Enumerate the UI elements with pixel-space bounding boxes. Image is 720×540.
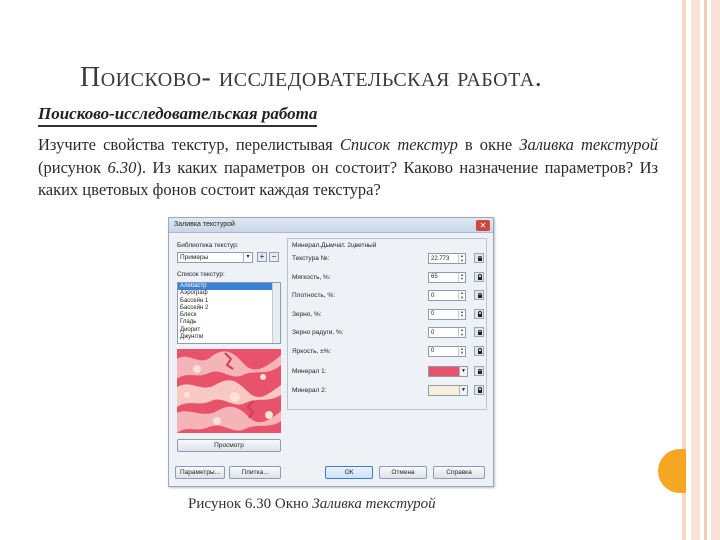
book-text-part: Изучите свойства текстур, перелистывая — [38, 135, 340, 154]
texture-name: Минерал.Дымчат. 2цветный — [292, 242, 377, 249]
texture-list-item[interactable]: Бассейн 1 — [178, 298, 280, 305]
spin-arrows-icon[interactable]: ▲ ▼ — [458, 327, 465, 337]
spin-arrows-icon[interactable]: ▲ ▼ — [458, 346, 465, 356]
spin-arrows-icon[interactable]: ▲ ▼ — [458, 290, 465, 300]
param-label: Зерно, %: — [292, 310, 322, 318]
chevron-down-icon: ▼ — [459, 367, 467, 376]
cancel-button[interactable]: Отмена — [379, 466, 427, 479]
figure-caption: Рисунок 6.30 Окно Заливка текстурой — [188, 496, 436, 513]
texture-list-label: Список текстур: — [177, 271, 225, 278]
parameters-button[interactable]: Параметры... — [175, 466, 225, 479]
caption-prefix: Рисунок 6.30 Окно — [188, 496, 313, 512]
param-spinbox[interactable]: 22.773 ▲ ▼ — [428, 253, 466, 264]
lock-icon[interactable] — [474, 308, 484, 319]
chevron-down-icon: ▾ — [243, 253, 252, 262]
library-label: Библиотека текстур: — [177, 242, 239, 249]
library-select[interactable]: Примеры ▾ — [177, 252, 253, 263]
spin-arrows-icon[interactable]: ▲ ▼ — [458, 309, 465, 319]
caption-italic: Заливка текстурой — [312, 496, 436, 512]
param-label: Мягкость, %: — [292, 273, 331, 281]
texture-list-item[interactable]: Алебастр — [178, 283, 280, 291]
param-spinbox[interactable]: 65 ▲ ▼ — [428, 271, 466, 283]
param-spinbox[interactable]: 0 ▲ ▼ — [428, 327, 466, 338]
param-label: Зерно радуги, %: — [292, 329, 344, 336]
param-value: 65 — [431, 274, 438, 280]
texture-preview-image — [177, 349, 281, 433]
help-button[interactable]: Справка — [433, 466, 485, 479]
texture-list-item[interactable]: Диорит — [178, 327, 280, 334]
texture-parameters-group: Минерал.Дымчат. 2цветный Текстура №: 22.7… — [287, 238, 487, 410]
param-spinbox[interactable]: 0 ▲ ▼ — [428, 345, 466, 357]
texture-list[interactable]: Алебастр Аэрограф Бассейн 1 Бассейн 2 Блеск Г… — [177, 282, 281, 344]
tiling-button[interactable]: Плитка... — [229, 466, 281, 479]
book-heading: Поисково-исследовательская работа — [38, 104, 318, 127]
preview-button[interactable]: Просмотр — [177, 439, 281, 452]
param-label: Текстура №: — [292, 255, 330, 262]
dialog-titlebar: Заливка текстурой ✕ — [169, 218, 493, 233]
lock-icon[interactable] — [474, 271, 484, 282]
spin-arrows-icon[interactable]: ▲ ▼ — [458, 272, 465, 282]
param-value: 0 — [431, 348, 435, 354]
color-label: Минерал 2: — [292, 386, 327, 394]
param-label: Яркость, ±%: — [292, 347, 332, 355]
remove-library-button[interactable]: − — [269, 252, 279, 262]
close-icon[interactable]: ✕ — [476, 220, 490, 231]
texture-list-item[interactable]: Блеск — [178, 312, 280, 319]
param-label: Плотность, %: — [292, 292, 336, 299]
book-text-italic: Список текстур — [339, 135, 458, 154]
texture-list-item[interactable]: Бассейн 2 — [178, 305, 280, 312]
param-spinbox[interactable]: 0 ▲ ▼ — [428, 308, 466, 320]
lock-icon[interactable] — [474, 366, 484, 376]
ok-button[interactable]: ОК — [325, 466, 373, 479]
texture-list-scrollbar[interactable] — [272, 283, 280, 343]
param-value: 22.773 — [431, 255, 450, 262]
color-picker[interactable]: ▼ — [428, 366, 468, 377]
texture-fill-dialog: Заливка текстурой ✕ Библиотека текстур: … — [168, 217, 494, 487]
slide-orange-tab — [658, 449, 686, 493]
param-value: 0 — [431, 329, 435, 336]
slide-title: Поисково- исследовательская работа. — [80, 62, 543, 93]
book-text-part: (рисунок — [38, 157, 108, 177]
spin-arrows-icon[interactable]: ▲ ▼ — [458, 253, 465, 263]
book-paragraph: Изучите свойства текстур, перелистывая С… — [38, 134, 658, 202]
lock-icon[interactable] — [474, 253, 484, 263]
book-text-italic: Заливка текстурой — [519, 135, 658, 154]
book-text-part: в окне — [457, 135, 520, 154]
color-label: Минерал 1: — [292, 368, 327, 375]
texture-preview — [177, 349, 281, 433]
param-value: 0 — [431, 311, 435, 317]
texture-list-item[interactable]: Аэрограф — [178, 290, 280, 297]
lock-icon[interactable] — [474, 327, 484, 337]
param-value: 0 — [431, 292, 435, 299]
slide-side-stripes — [682, 0, 720, 540]
add-library-button[interactable]: + — [257, 252, 267, 262]
dialog-title: Заливка текстурой — [174, 221, 235, 228]
param-spinbox[interactable]: 0 ▲ ▼ — [428, 290, 466, 301]
book-text-italic: 6.30 — [107, 157, 137, 177]
lock-icon[interactable] — [474, 290, 484, 300]
texture-list-item[interactable]: Джунгли — [178, 334, 280, 341]
library-value: Примеры — [180, 254, 209, 261]
color-picker[interactable]: ▼ — [428, 384, 468, 396]
chevron-down-icon: ▼ — [459, 385, 467, 395]
lock-icon[interactable] — [474, 384, 484, 395]
texture-list-item[interactable]: Гладь — [178, 319, 280, 326]
lock-icon[interactable] — [474, 345, 484, 356]
